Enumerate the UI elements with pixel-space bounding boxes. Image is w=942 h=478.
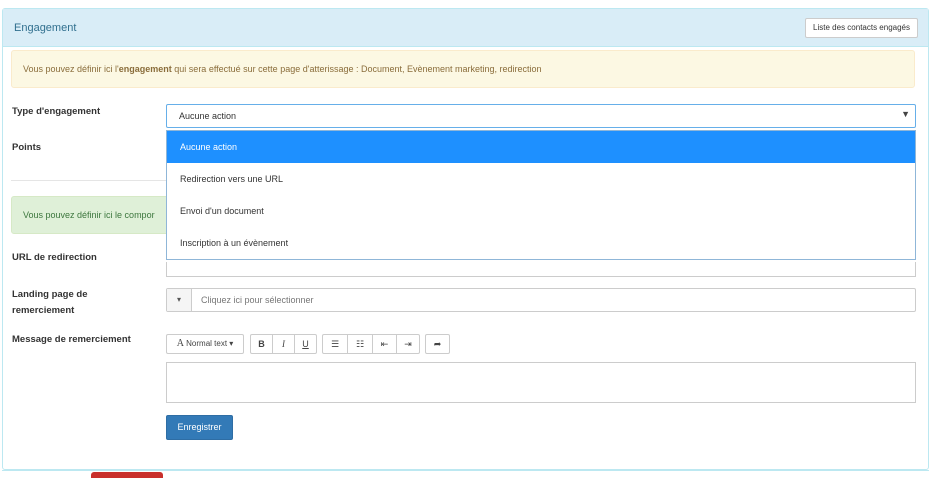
behaviour-info-alert: Vous pouvez définir ici le compor: [11, 196, 181, 234]
option-event-registration[interactable]: Inscription à un évènement: [167, 227, 915, 259]
panel-heading: Engagement Liste des contacts engagés: [3, 9, 928, 47]
points-label: Points: [12, 142, 42, 153]
caret-down-icon: ▾: [229, 339, 234, 348]
style-label: Normal text: [186, 339, 228, 348]
share-icon[interactable]: ➦: [426, 335, 449, 353]
landing-page-label-line1: Landing page de: [12, 289, 88, 300]
font-icon: A: [176, 338, 184, 349]
caret-down-icon[interactable]: ▾: [167, 289, 192, 311]
landing-placeholder: Cliquez ici pour sélectionner: [201, 295, 314, 305]
alert-bold: engagement: [118, 64, 172, 74]
ordered-list-icon[interactable]: ☷: [348, 335, 373, 353]
format-group: B I U: [250, 334, 317, 354]
list-group: ☰ ☷ ⇤ ⇥: [322, 334, 420, 354]
italic-button[interactable]: I: [273, 335, 295, 353]
indent-icon[interactable]: ⇥: [397, 335, 419, 353]
caret-down-icon: ▼: [901, 109, 910, 119]
panel-bottom-border: [2, 470, 929, 471]
engaged-contacts-button[interactable]: Liste des contacts engagés: [805, 18, 918, 38]
outdent-icon[interactable]: ⇤: [373, 335, 397, 353]
alert-suffix: qui sera effectué sur cette page d'atter…: [171, 64, 542, 74]
thanks-message-label: Message de remerciement: [12, 334, 131, 345]
style-group: A Normal text ▾: [166, 334, 244, 354]
engagement-type-select[interactable]: Aucune action ▼: [166, 104, 916, 128]
unordered-list-icon[interactable]: ☰: [323, 335, 348, 353]
type-engagement-label: Type d'engagement: [12, 106, 101, 117]
option-no-action[interactable]: Aucune action: [167, 131, 915, 163]
red-tab-edge: [91, 472, 163, 478]
option-send-document[interactable]: Envoi d'un document: [167, 195, 915, 227]
thanks-message-editor[interactable]: [166, 362, 916, 403]
save-button[interactable]: Enregistrer: [166, 415, 233, 440]
landing-page-label-line2: remerciement: [12, 305, 75, 316]
panel-title: Engagement: [14, 22, 77, 34]
engagement-info-alert: Vous pouvez définir ici l'engagement qui…: [11, 50, 915, 88]
alert-prefix: Vous pouvez définir ici l': [23, 64, 119, 74]
underline-button[interactable]: U: [295, 335, 316, 353]
redirect-url-input[interactable]: [166, 262, 916, 277]
divider: [11, 180, 171, 181]
engagement-type-dropdown: Aucune action Redirection vers une URL E…: [166, 130, 916, 260]
link-group: ➦: [425, 334, 450, 354]
select-value: Aucune action: [179, 111, 237, 121]
bold-button[interactable]: B: [251, 335, 273, 353]
option-redirect-url[interactable]: Redirection vers une URL: [167, 163, 915, 195]
text-style-dropdown[interactable]: A Normal text ▾: [167, 335, 243, 353]
landing-page-select[interactable]: ▾ Cliquez ici pour sélectionner: [166, 288, 916, 312]
redirect-url-label: URL de redirection: [12, 252, 97, 263]
